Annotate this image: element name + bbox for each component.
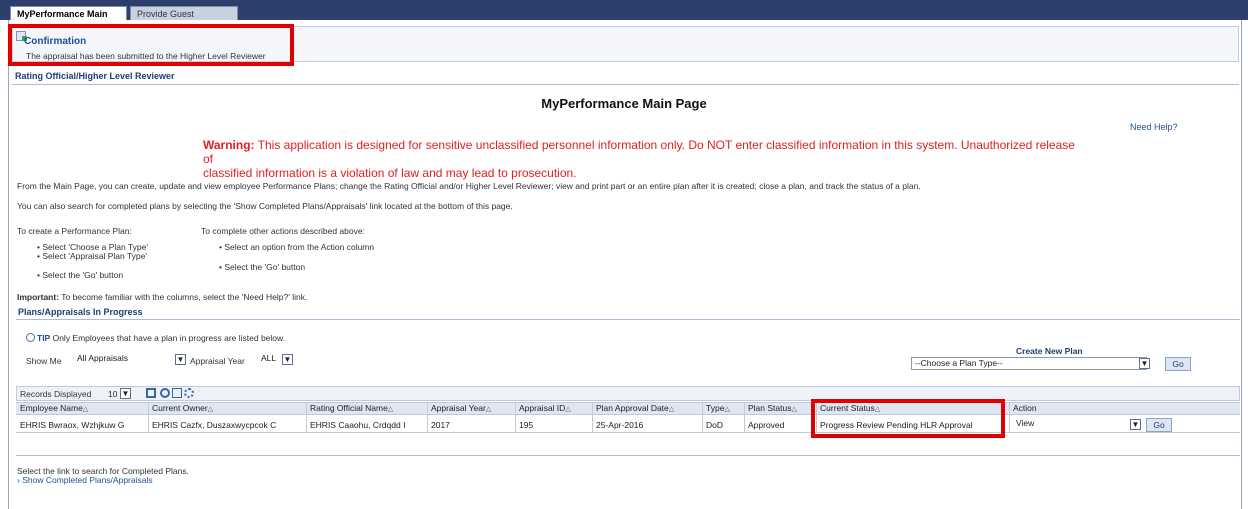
col-current-owner[interactable]: Current Owner△ xyxy=(152,403,213,413)
records-displayed-label: Records Displayed xyxy=(20,389,92,399)
cell-type: DoD xyxy=(706,420,724,430)
tip-text: Only Employees that have a plan in progr… xyxy=(50,333,286,343)
important-label: Important: xyxy=(17,292,60,302)
tab-myperformance-main-page[interactable]: MyPerformance Main Page xyxy=(10,6,127,33)
col-appraisal-year[interactable]: Appraisal Year△ xyxy=(431,403,491,413)
column-divider xyxy=(702,402,703,432)
create-plan-heading: To create a Performance Plan: xyxy=(17,226,132,236)
show-completed-plans-link[interactable]: › Show Completed Plans/Appraisals xyxy=(17,475,153,485)
column-divider xyxy=(427,402,428,432)
sort-icon[interactable]: △ xyxy=(486,406,491,413)
cell-employee-name: EHRIS Bwraox, Wzhjkuw G xyxy=(20,420,125,430)
other-step-1: • Select an option from the Action colum… xyxy=(219,242,375,252)
warning-text-line2: classified information is a violation of… xyxy=(203,166,577,180)
warning-label: Warning: xyxy=(203,138,255,152)
plan-type-select[interactable]: --Choose a Plan Type-- xyxy=(911,357,1147,370)
show-completed-plans-label[interactable]: Show Completed Plans/Appraisals xyxy=(22,475,152,485)
col-action: Action xyxy=(1013,403,1037,413)
plans-divider xyxy=(16,319,1240,320)
tip-icon xyxy=(26,333,35,342)
tip-line: TIP Only Employees that have a plan in p… xyxy=(26,333,285,343)
confirmation-highlight xyxy=(8,24,294,66)
cell-appraisal-id: 195 xyxy=(519,420,534,430)
column-divider xyxy=(1009,402,1010,432)
column-divider xyxy=(148,402,149,432)
cell-appraisal-year: 2017 xyxy=(431,420,450,430)
records-dropdown-icon[interactable]: ▼ xyxy=(120,388,131,399)
gear-icon[interactable] xyxy=(184,388,194,398)
sort-icon[interactable]: △ xyxy=(724,406,729,413)
action-select[interactable]: View xyxy=(1013,418,1141,431)
column-divider xyxy=(744,402,745,432)
intro-paragraph-1: From the Main Page, you can create, upda… xyxy=(17,181,921,191)
show-me-dropdown-icon[interactable]: ▼ xyxy=(175,354,186,365)
tab-provide-guest-feedback[interactable]: Provide Guest Feedback xyxy=(130,6,238,33)
sort-icon[interactable]: △ xyxy=(208,406,213,413)
appraisal-year-select[interactable]: ALL xyxy=(258,353,280,366)
action-dropdown-icon[interactable]: ▼ xyxy=(1130,419,1141,430)
sort-icon[interactable]: △ xyxy=(565,406,570,413)
export-icon[interactable] xyxy=(172,388,182,398)
page-title: MyPerformance Main Page xyxy=(541,96,707,111)
section-heading-plans: Plans/Appraisals In Progress xyxy=(18,307,143,317)
important-note: Important: To become familiar with the c… xyxy=(17,292,307,302)
show-me-select[interactable]: All Appraisals xyxy=(74,353,172,366)
cell-rating-official: EHRIS Caaohu, Crdqdd I xyxy=(310,420,406,430)
col-employee-name[interactable]: Employee Name△ xyxy=(20,403,88,413)
warning-text-line1: This application is designed for sensiti… xyxy=(203,138,1075,166)
cell-plan-approval-date: 25-Apr-2016 xyxy=(596,420,644,430)
column-divider xyxy=(515,402,516,432)
col-plan-approval-date[interactable]: Plan Approval Date△ xyxy=(596,403,674,413)
section-heading-role: Rating Official/Higher Level Reviewer xyxy=(15,71,175,81)
other-step-2: • Select the 'Go' button xyxy=(219,262,306,272)
create-step-2: • Select 'Appraisal Plan Type' xyxy=(37,251,148,261)
column-divider xyxy=(592,402,593,432)
col-rating-official-name[interactable]: Rating Official Name△ xyxy=(310,403,393,413)
sort-icon[interactable]: △ xyxy=(791,406,796,413)
show-me-label: Show Me xyxy=(26,356,62,366)
sort-icon[interactable]: △ xyxy=(669,406,674,413)
other-actions-heading: To complete other actions described abov… xyxy=(201,226,365,236)
refresh-icon[interactable] xyxy=(160,388,170,398)
footer-divider xyxy=(16,455,1240,456)
create-plan-go-button[interactable]: Go xyxy=(1165,357,1191,371)
main-content-frame xyxy=(8,20,1242,509)
records-displayed-value[interactable]: 10 xyxy=(108,389,117,399)
intro-paragraph-2: You can also search for completed plans … xyxy=(17,201,513,211)
create-new-plan-heading: Create New Plan xyxy=(1016,346,1083,356)
sort-icon[interactable]: △ xyxy=(388,406,393,413)
records-toolbar xyxy=(16,386,1240,401)
col-type[interactable]: Type△ xyxy=(706,403,730,413)
expand-icon[interactable] xyxy=(146,388,156,398)
column-divider xyxy=(306,402,307,432)
col-appraisal-id[interactable]: Appraisal ID△ xyxy=(519,403,571,413)
cell-plan-status: Approved xyxy=(748,420,785,430)
current-status-highlight xyxy=(811,399,1005,438)
cell-current-owner: EHRIS Cazfx, Duszaxwycpcok C xyxy=(152,420,277,430)
security-warning: Warning: This application is designed fo… xyxy=(203,138,1083,180)
tip-label: TIP xyxy=(37,333,51,343)
sort-icon[interactable]: △ xyxy=(83,406,88,413)
appraisal-year-label: Appraisal Year xyxy=(190,356,245,366)
col-plan-status[interactable]: Plan Status△ xyxy=(748,403,797,413)
appraisal-year-dropdown-icon[interactable]: ▼ xyxy=(282,354,293,365)
section-divider xyxy=(12,84,1239,85)
create-step-3: • Select the 'Go' button xyxy=(37,270,124,280)
need-help-link[interactable]: Need Help? xyxy=(1130,122,1178,132)
plan-type-dropdown-icon[interactable]: ▼ xyxy=(1139,358,1150,369)
action-go-button[interactable]: Go xyxy=(1146,418,1172,432)
important-text: To become familiar with the columns, sel… xyxy=(59,292,308,302)
